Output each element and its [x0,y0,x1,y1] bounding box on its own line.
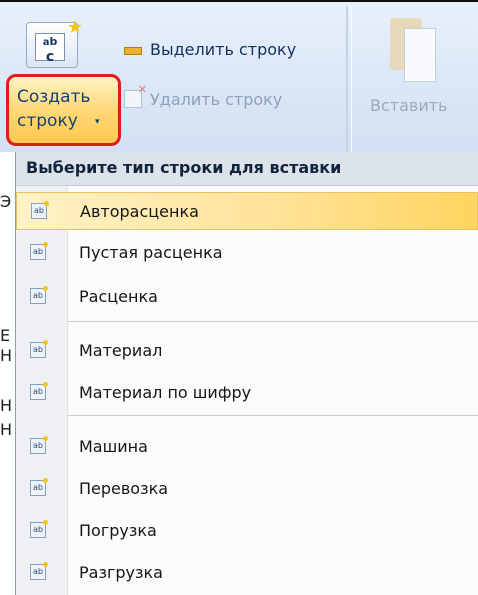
ribbon-separator [346,6,348,152]
menu-separator [68,415,478,416]
row-type-icon: ab [30,382,48,400]
menu-item-label: Разгрузка [79,563,163,582]
row-type-icon: ab [31,201,49,219]
menu-header-title: Выберите тип строки для вставки [26,158,342,177]
row-type-icon: ab [30,286,48,304]
ab-icon: ab c [35,33,65,64]
menu-item-machine[interactable]: ab Машина [16,428,478,466]
create-row-button[interactable]: Создать строку ▾ [6,74,121,146]
menu-item-material[interactable]: ab Материал [16,332,478,370]
delete-row-button[interactable]: Удалить строку [124,83,283,112]
star-icon: ★ [66,17,83,38]
paste-icon[interactable] [390,18,436,82]
delete-row-label: Удалить строку [150,89,283,109]
menu-item-loading[interactable]: ab Погрузка [16,512,478,550]
menu-item-label: Материал по шифру [79,383,252,402]
background-edge-text: Н [0,420,13,439]
paste-label[interactable]: Вставить [370,96,447,115]
menu-item-label: Погрузка [79,521,157,540]
menu-item-label: Расценка [79,287,158,306]
paper-icon [404,28,436,82]
select-row-icon [124,47,142,55]
delete-row-icon [124,83,147,108]
top-border [0,0,478,2]
menu-header: Выберите тип строки для вставки [16,152,478,186]
menu-item-label: Машина [79,437,148,456]
menu-item-label: Авторасценка [80,202,199,221]
menu-item-material-by-code[interactable]: ab Материал по шифру [16,374,478,412]
select-row-button[interactable]: Выделить строку [124,36,296,62]
menu-item-label: Перевозка [79,479,169,498]
background-edge-text: Н [0,396,13,415]
create-row-label-line2: строку [17,111,78,131]
row-type-icon: ab [30,340,48,358]
create-row-icon[interactable]: ab c ★ [26,17,83,68]
background-edge-text: Е [0,326,11,345]
background-edge-text: Э [0,192,12,211]
background-edge-text: Н [0,346,13,365]
menu-item-label: Пустая расценка [79,243,223,262]
row-type-icon: ab [30,436,48,454]
row-type-icon: ab [30,242,48,260]
row-type-icon: ab [30,520,48,538]
menu-item-label: Материал [79,341,163,360]
menu-item-empty-rate[interactable]: ab Пустая расценка [16,234,478,272]
menu-separator [68,321,478,322]
ribbon-separator-highlight [351,6,352,152]
menu-item-rate[interactable]: ab Расценка [16,278,478,316]
chevron-down-icon: ▾ [95,117,100,127]
row-type-menu: Выберите тип строки для вставки ab Автор… [15,152,478,595]
select-row-label: Выделить строку [150,39,297,59]
row-type-icon: ab [30,562,48,580]
menu-item-transport[interactable]: ab Перевозка [16,470,478,508]
menu-item-autorate[interactable]: ab Авторасценка [16,192,478,230]
create-row-label-line1: Создать [17,87,91,107]
row-type-icon: ab [30,478,48,496]
menu-item-unloading[interactable]: ab Разгрузка [16,554,478,592]
